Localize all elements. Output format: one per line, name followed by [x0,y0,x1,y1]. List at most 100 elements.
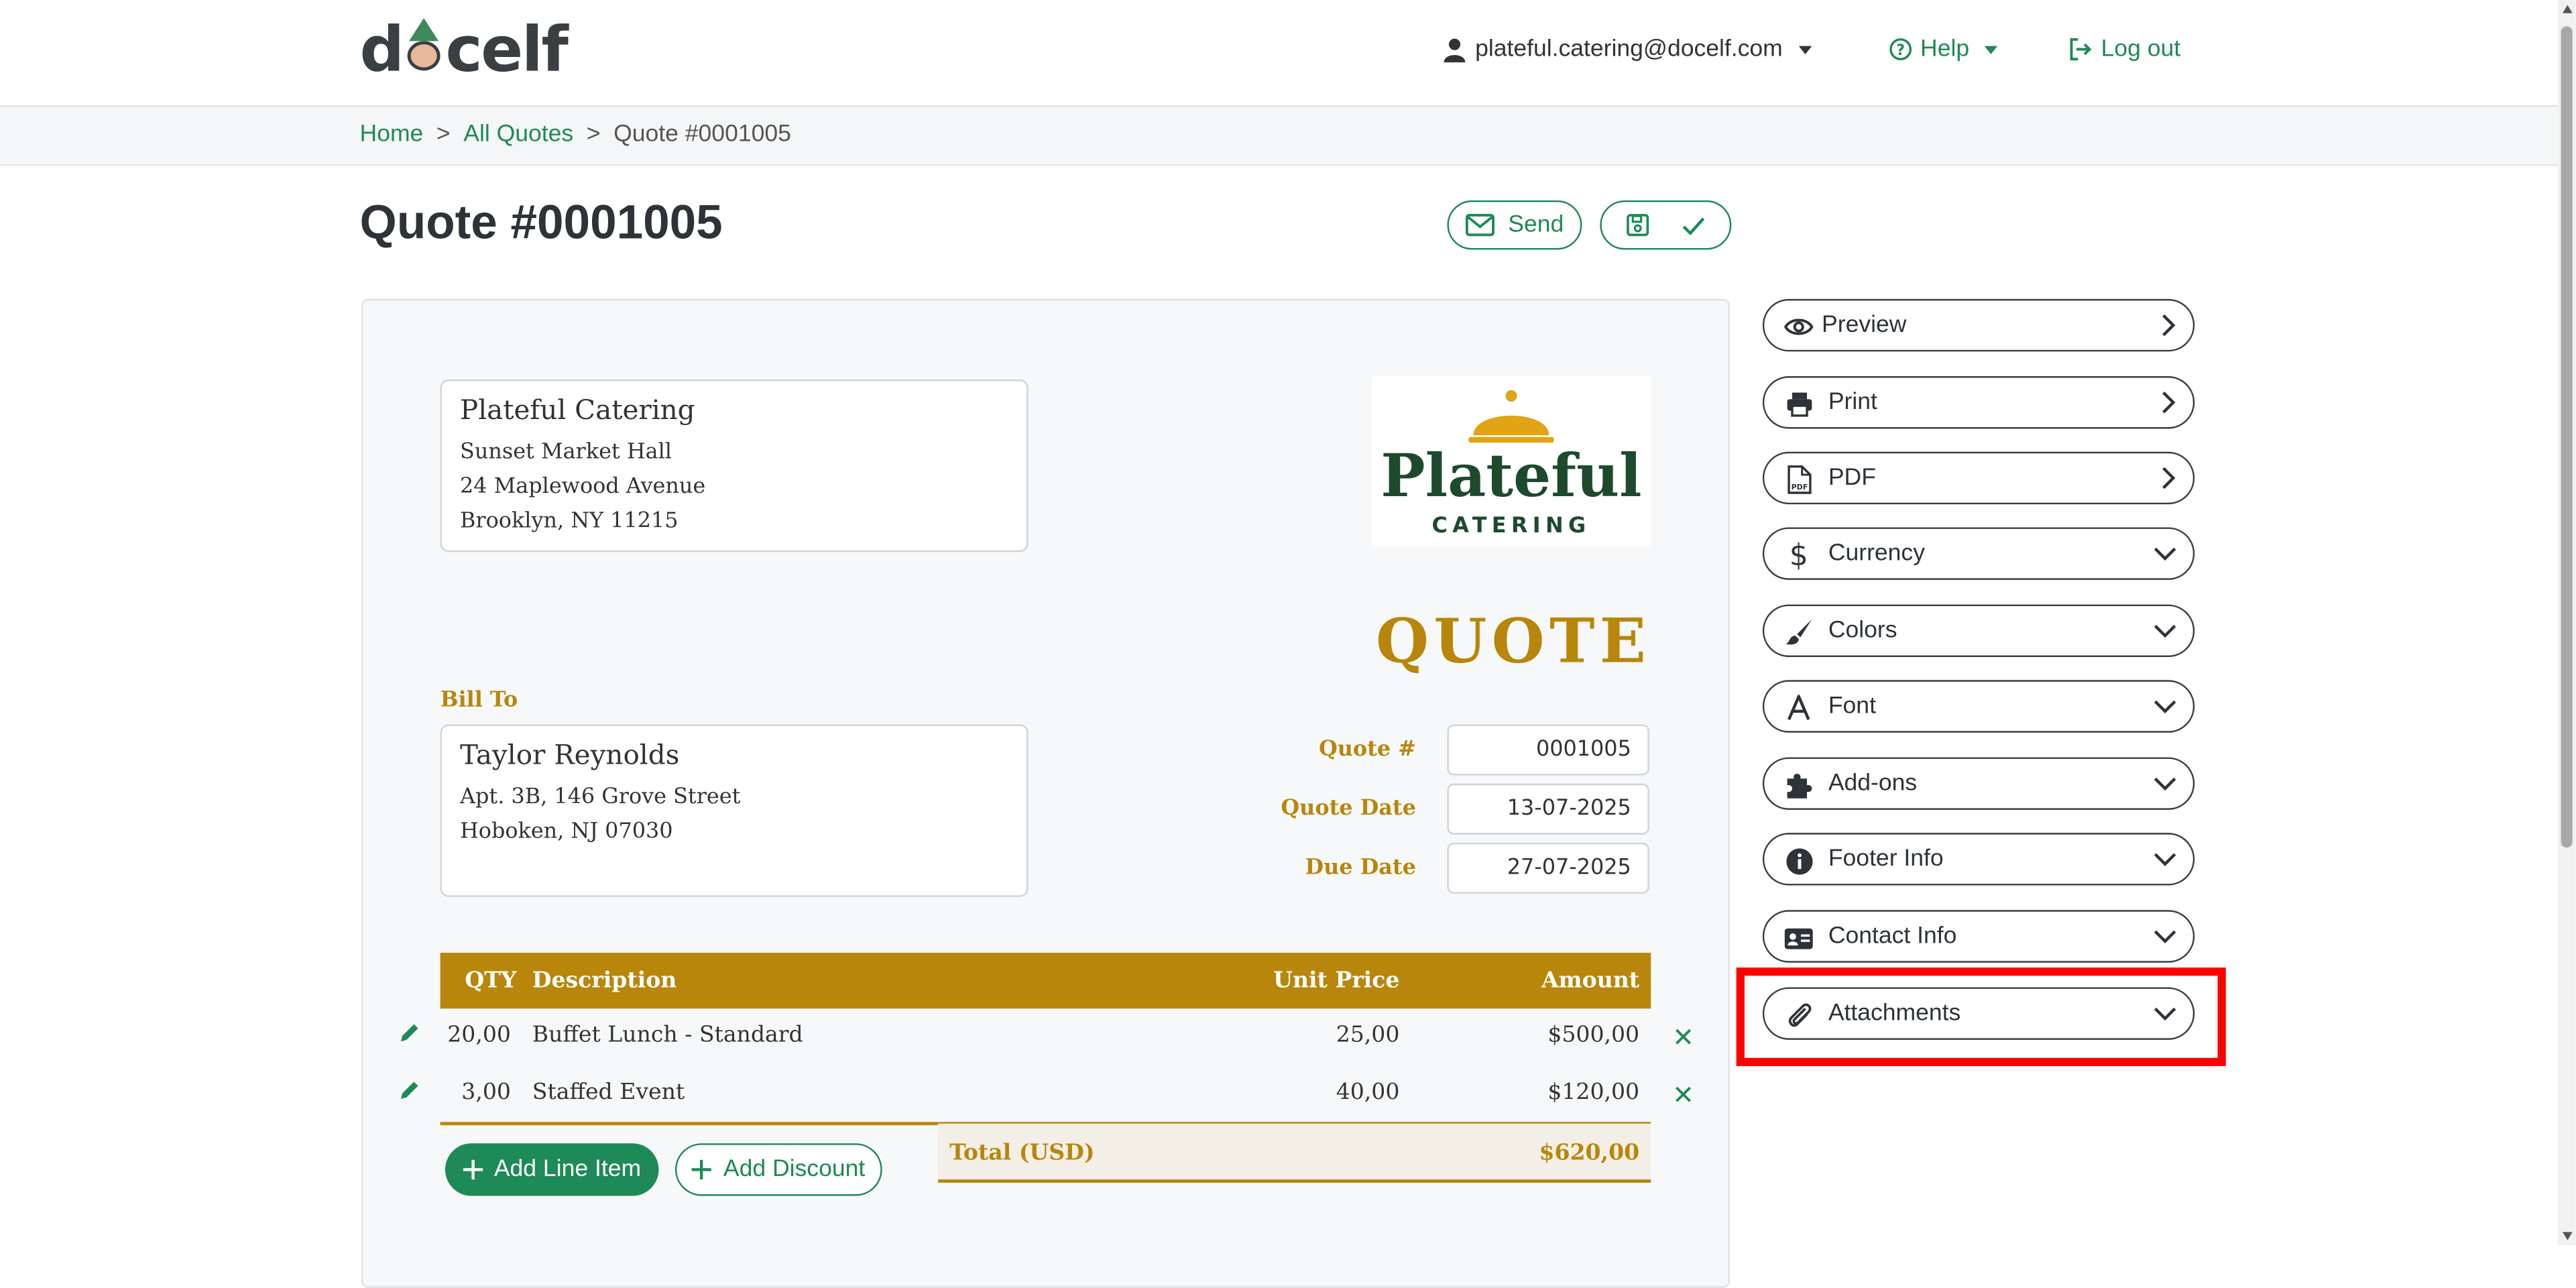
font-label: Font [1828,693,1876,720]
quote-date-field[interactable]: 13-07-2025 [1447,783,1649,835]
pdf-label: PDF [1828,465,1876,491]
from-address-box[interactable]: Plateful Catering Sunset Market Hall 24 … [440,379,1029,552]
breadcrumb-all-quotes[interactable]: All Quotes [463,121,573,148]
quote-number-field[interactable]: 0001005 [1447,724,1649,776]
info-icon [1784,846,1814,876]
colors-button[interactable]: Colors [1762,604,2195,657]
top-navbar: d celf plateful.catering@docelf.com ? Hel… [0,0,2576,107]
scrollbar[interactable] [2557,0,2576,1246]
preview-label: Preview [1822,312,1907,339]
client-line1: Apt. 3B, 146 Grove Street [460,785,741,810]
item-amount: $120,00 [1547,1079,1640,1106]
add-discount-button[interactable]: Add Discount [675,1143,882,1196]
send-button[interactable]: Send [1447,200,1582,250]
logout-link[interactable]: Log out [2068,36,2181,63]
item-unit-price: 25,00 [1336,1021,1400,1049]
item-unit-price: 40,00 [1336,1079,1400,1106]
chevron-down-icon [2154,853,2176,866]
logo-sub: CATERING [1431,514,1591,539]
eye-icon [1783,312,1814,342]
puzzle-icon [1784,770,1814,800]
pencil-icon[interactable] [398,1022,420,1045]
cloche-icon [1468,390,1554,443]
chevron-down-icon [2154,547,2176,561]
document-heading: QUOTE [1375,604,1651,677]
bill-to-address-box[interactable]: Taylor Reynolds Apt. 3B, 146 Grove Stree… [440,724,1029,897]
col-qty: QTY [465,968,517,994]
breadcrumb-bar: Home > All Quotes > Quote #0001005 [0,107,2576,166]
company-logo[interactable]: Plateful CATERING [1371,376,1651,547]
chevron-down-icon [2154,930,2176,943]
addons-label: Add-ons [1828,770,1918,797]
chevron-down-icon [1984,45,1997,54]
elf-icon [403,17,446,74]
chevron-down-icon [2154,777,2176,791]
footer-info-button[interactable]: Footer Info [1762,833,2195,886]
chevron-right-icon [2162,314,2176,337]
scrollbar-thumb[interactable] [2561,26,2573,848]
chevron-right-icon [2162,467,2176,489]
print-label: Print [1828,389,1877,416]
help-menu[interactable]: ? Help [1889,36,1997,62]
logo-d: d [359,13,405,86]
quote-number-label: Quote # [1318,738,1416,762]
chevron-down-icon [2154,624,2176,638]
item-qty: 20,00 [447,1021,511,1049]
page-title: Quote #0001005 [359,197,723,250]
col-amount: Amount [1541,968,1640,994]
attachments-highlight [1736,968,2226,1067]
add-line-item-button[interactable]: Add Line Item [445,1143,659,1196]
docelf-logo[interactable]: d celf [359,13,569,86]
user-menu[interactable]: plateful.catering@docelf.com [1444,36,1812,62]
floppy-disk-icon [1627,214,1649,237]
due-date-label: Due Date [1305,856,1416,881]
delete-icon[interactable]: ✕ [1672,1079,1694,1111]
user-email: plateful.catering@docelf.com [1475,36,1783,63]
font-button[interactable]: Font [1762,680,2195,733]
col-description: Description [532,968,677,994]
breadcrumb-separator: > [586,121,601,148]
svg-text:?: ? [1896,42,1905,59]
contact-info-button[interactable]: Contact Info [1762,910,2195,963]
footer-info-label: Footer Info [1828,845,1944,872]
dollar-icon: $ [1789,538,1808,573]
client-line2: Hoboken, NJ 07030 [460,819,673,845]
due-date-field[interactable]: 27-07-2025 [1447,842,1649,894]
delete-icon[interactable]: ✕ [1672,1022,1694,1053]
pdf-file-icon: PDF [1784,465,1814,494]
table-row[interactable]: 3,00 Staffed Event 40,00 $120,00 ✕ [400,1066,1694,1122]
breadcrumb-separator: > [436,121,451,148]
total-row: Total (USD) $620,00 [937,1123,1651,1183]
currency-label: Currency [1828,540,1925,567]
chevron-down-icon [1799,45,1812,54]
contact-info-label: Contact Info [1828,923,1957,950]
addons-button[interactable]: Add-ons [1762,757,2195,810]
total-amount: $620,00 [1539,1140,1640,1167]
logout-label: Log out [2101,36,2181,63]
id-card-icon [1784,923,1814,953]
table-header: QTY Description Unit Price Amount [440,953,1651,1009]
help-label: Help [1920,36,1970,63]
print-button[interactable]: Print [1762,376,2195,429]
bill-to-label: Bill To [440,688,518,713]
scroll-down-arrow-icon[interactable] [2563,1232,2573,1240]
font-icon [1784,693,1814,723]
breadcrumb: Home > All Quotes > Quote #0001005 [360,121,791,148]
chevron-right-icon [2162,391,2176,414]
add-discount-label: Add Discount [723,1156,866,1183]
preview-button[interactable]: Preview [1762,298,2195,352]
envelope-icon [1466,213,1495,237]
item-description: Buffet Lunch - Standard [532,1021,803,1049]
save-button[interactable] [1600,200,1732,250]
scroll-up-arrow-icon[interactable] [2563,5,2573,13]
breadcrumb-home[interactable]: Home [360,121,424,148]
svg-text:PDF: PDF [1790,483,1807,491]
chevron-down-icon [2154,700,2176,713]
pencil-icon[interactable] [398,1079,420,1102]
currency-button[interactable]: $ Currency [1762,527,2195,580]
col-unit-price: Unit Price [1273,968,1400,994]
from-line3: Brooklyn, NY 11215 [460,509,679,534]
quote-date-label: Quote Date [1281,797,1416,821]
table-row[interactable]: 20,00 Buffet Lunch - Standard 25,00 $500… [400,1008,1694,1064]
pdf-button[interactable]: PDF PDF [1762,451,2195,505]
